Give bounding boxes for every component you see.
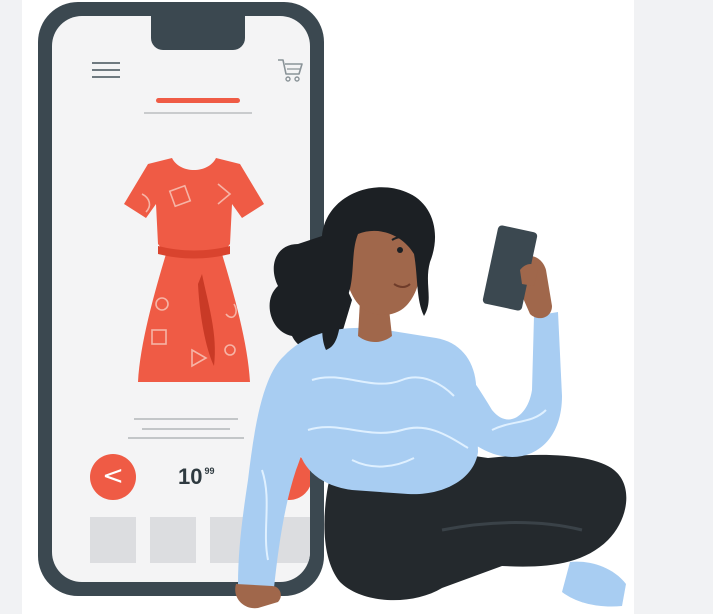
woman-illustration (235, 187, 627, 609)
page-background: < 10 99 (0, 0, 713, 614)
illustration-panel: < 10 99 (22, 0, 634, 614)
left-arm (238, 356, 311, 588)
eye (397, 247, 403, 253)
left-hand (235, 584, 281, 609)
sock (562, 561, 626, 607)
